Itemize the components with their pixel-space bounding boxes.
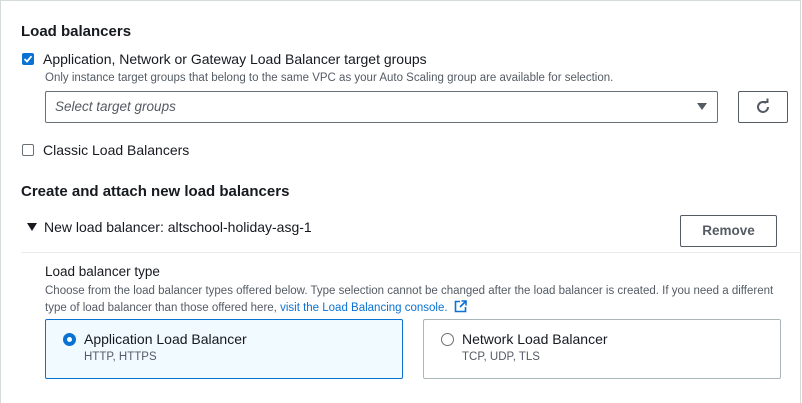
load-balancing-console-link[interactable]: visit the Load Balancing console.	[280, 302, 448, 314]
external-link-icon[interactable]	[454, 300, 467, 313]
application-lb-option[interactable]: Application Load Balancer HTTP, HTTPS	[45, 319, 403, 379]
load-balancers-heading: Load balancers	[21, 23, 132, 40]
caret-down-icon	[697, 103, 707, 110]
classic-lb-checkbox[interactable]	[22, 144, 34, 156]
target-groups-select[interactable]: Select target groups	[45, 91, 718, 123]
checkmark-icon	[23, 55, 33, 63]
application-lb-radio[interactable]	[63, 333, 76, 346]
network-lb-protocols: TCP, UDP, TLS	[462, 351, 540, 363]
lb-type-label: Load balancer type	[45, 264, 160, 279]
network-lb-title: Network Load Balancer	[462, 331, 608, 347]
target-groups-label[interactable]: Application, Network or Gateway Load Bal…	[43, 51, 427, 67]
refresh-icon	[757, 98, 769, 113]
refresh-button[interactable]	[738, 91, 788, 123]
classic-lb-label[interactable]: Classic Load Balancers	[43, 142, 189, 158]
lb-type-description: Choose from the load balancer types offe…	[45, 283, 780, 317]
caret-down-expand-icon[interactable]	[27, 223, 37, 231]
application-lb-protocols: HTTP, HTTPS	[84, 351, 157, 363]
target-groups-placeholder: Select target groups	[55, 99, 176, 114]
new-lb-expander-label[interactable]: New load balancer: altschool-holiday-asg…	[44, 219, 312, 235]
remove-button[interactable]: Remove	[680, 215, 777, 247]
network-lb-option[interactable]: Network Load Balancer TCP, UDP, TLS	[423, 319, 781, 379]
network-lb-radio[interactable]	[441, 333, 454, 346]
create-attach-heading: Create and attach new load balancers	[21, 183, 290, 200]
remove-button-label: Remove	[702, 223, 755, 238]
target-groups-description: Only instance target groups that belong …	[45, 72, 614, 84]
target-groups-checkbox[interactable]	[22, 53, 34, 65]
application-lb-title: Application Load Balancer	[84, 331, 247, 347]
expander-divider	[21, 252, 801, 253]
